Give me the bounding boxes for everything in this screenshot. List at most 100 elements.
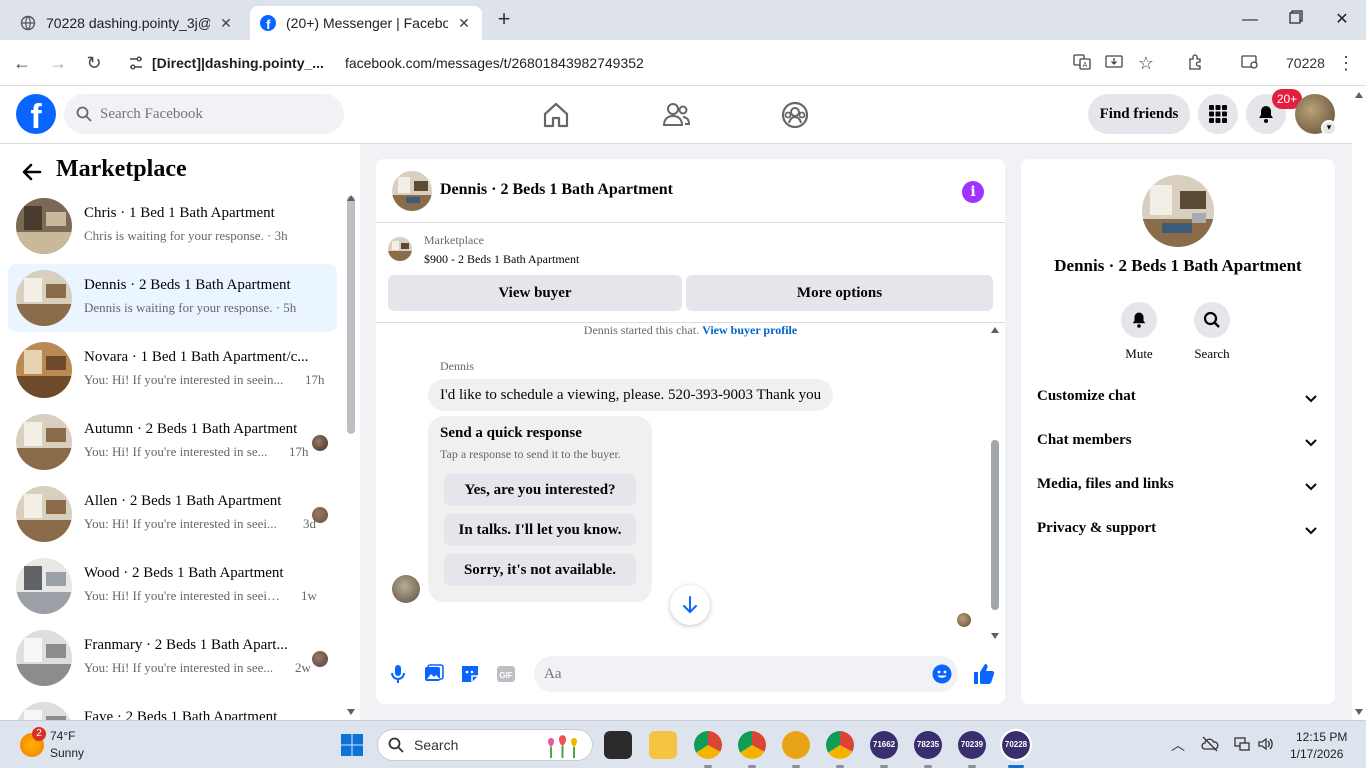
- conversation-item[interactable]: Autumn · 2 Beds 1 Bath Apartment You: Hi!…: [8, 408, 337, 476]
- scroll-up-icon[interactable]: [1354, 91, 1364, 99]
- chat-members-row[interactable]: Chat members: [1037, 424, 1319, 460]
- bookmark-star-icon[interactable]: ☆: [1136, 53, 1156, 73]
- view-buyer-button[interactable]: View buyer: [388, 275, 682, 311]
- chat-scrollbar-thumb[interactable]: [991, 440, 999, 610]
- customize-chat-row[interactable]: Customize chat: [1037, 380, 1319, 416]
- weather-badge: 2: [32, 727, 46, 741]
- chrome-icon[interactable]: [694, 731, 722, 759]
- conversation-item[interactable]: Allen · 2 Beds 1 Bath Apartment You: Hi! …: [8, 480, 337, 548]
- home-icon[interactable]: [541, 100, 571, 130]
- conversation-item[interactable]: Chris · 1 Bed 1 Bath Apartment Chris is w…: [8, 192, 337, 260]
- new-tab-button[interactable]: +: [494, 8, 514, 32]
- tab-search-icon[interactable]: [1240, 53, 1260, 73]
- message-input[interactable]: [544, 656, 914, 692]
- minimize-icon[interactable]: —: [1240, 10, 1260, 30]
- clock-time[interactable]: 12:15 PM: [1296, 730, 1347, 744]
- chat-title[interactable]: Dennis · 2 Beds 1 Bath Apartment: [440, 181, 673, 199]
- sidebar-scrollbar[interactable]: [347, 196, 355, 434]
- quick-response-yes-button[interactable]: Yes, are you interested?: [444, 474, 636, 506]
- groups-icon[interactable]: [780, 100, 810, 130]
- close-icon[interactable]: ✕: [218, 15, 234, 32]
- info-icon[interactable]: i: [962, 181, 984, 203]
- conversation-item[interactable]: Faye · 2 Beds 1 Bath Apartment: [8, 696, 337, 720]
- friends-icon[interactable]: [661, 100, 691, 130]
- facebook-search[interactable]: [64, 94, 344, 134]
- conversation-item[interactable]: Dennis · 2 Beds 1 Bath Apartment Dennis i…: [8, 264, 337, 332]
- message-bubble[interactable]: I'd like to schedule a viewing, please. …: [428, 379, 834, 411]
- back-icon[interactable]: ←: [12, 53, 32, 73]
- extensions-icon[interactable]: [1186, 53, 1206, 73]
- maximize-icon[interactable]: [1286, 10, 1306, 30]
- chevron-down-icon[interactable]: ▾: [1321, 120, 1337, 136]
- facebook-header: f Find friends 20+ ▾: [0, 86, 1366, 144]
- windows-start-icon[interactable]: [340, 733, 364, 757]
- app-78235-icon[interactable]: 78235: [914, 731, 942, 759]
- window-close-icon[interactable]: ✕: [1332, 10, 1352, 30]
- app-70228-icon[interactable]: 70228: [1000, 729, 1032, 761]
- microphone-icon[interactable]: [387, 663, 409, 685]
- scroll-down-icon[interactable]: [990, 632, 1000, 640]
- cloud-sync-icon[interactable]: [1200, 735, 1220, 755]
- translate-icon[interactable]: A: [1072, 53, 1092, 73]
- view-buyer-profile-link[interactable]: View buyer profile: [702, 323, 797, 337]
- network-icon[interactable]: [1232, 735, 1252, 755]
- quick-response-in-talks-button[interactable]: In talks. I'll let you know.: [444, 514, 636, 546]
- media-files-links-row[interactable]: Media, files and links: [1037, 468, 1319, 504]
- weather-condition[interactable]: Sunny: [50, 746, 84, 760]
- app-70239-icon[interactable]: 70239: [958, 731, 986, 759]
- sticker-icon[interactable]: [459, 663, 481, 685]
- menu-grid-button[interactable]: [1198, 94, 1238, 134]
- install-app-icon[interactable]: [1104, 53, 1124, 73]
- emoji-icon[interactable]: [932, 664, 952, 684]
- scroll-up-icon[interactable]: [990, 326, 1000, 334]
- tab-messenger[interactable]: f (20+) Messenger | Faceboo ✕: [250, 6, 482, 40]
- listing-thumbnail-small[interactable]: [388, 237, 412, 261]
- back-arrow-icon[interactable]: [20, 160, 44, 184]
- search-input[interactable]: [100, 105, 320, 123]
- scroll-down-icon[interactable]: [1354, 708, 1364, 716]
- listing-photo[interactable]: [1142, 175, 1214, 247]
- task-view-icon[interactable]: [604, 731, 632, 759]
- conversation-item[interactable]: Franmary · 2 Beds 1 Bath Apart... You: Hi…: [8, 624, 337, 692]
- listing-thumbnail[interactable]: [392, 171, 432, 211]
- scroll-down-icon[interactable]: [346, 708, 356, 716]
- app-71662-icon[interactable]: 71662: [870, 731, 898, 759]
- sender-name: Dennis: [440, 359, 474, 373]
- quick-response-not-available-button[interactable]: Sorry, it's not available.: [444, 554, 636, 586]
- conversation-item[interactable]: Novara · 1 Bed 1 Bath Apartment/c... You:…: [8, 336, 337, 404]
- clock-date[interactable]: 1/17/2026: [1290, 747, 1343, 761]
- close-icon[interactable]: ✕: [456, 15, 472, 32]
- find-friends-button[interactable]: Find friends: [1088, 94, 1190, 134]
- search-action[interactable]: Search: [1182, 302, 1242, 362]
- forward-icon[interactable]: →: [48, 53, 68, 73]
- conversation-name: Chris · 1 Bed 1 Bath Apartment: [84, 205, 275, 221]
- chat-started-text: Dennis started this chat.: [583, 323, 700, 337]
- listing-price-title[interactable]: $900 - 2 Beds 1 Bath Apartment: [424, 252, 579, 267]
- app-icon[interactable]: [782, 731, 810, 759]
- facebook-logo[interactable]: f: [16, 94, 56, 134]
- jump-to-latest-button[interactable]: [670, 585, 710, 625]
- tab-70228[interactable]: 70228 dashing.pointy_3j@ ✕: [10, 6, 244, 40]
- chrome-profile-icon[interactable]: [738, 731, 766, 759]
- chevron-up-icon[interactable]: ︿: [1168, 735, 1188, 755]
- site-info-chip[interactable]: [Direct]|dashing.pointy_...: [120, 49, 335, 77]
- thumbs-up-icon[interactable]: [972, 662, 996, 686]
- sender-avatar[interactable]: [392, 575, 420, 603]
- reload-icon[interactable]: ↻: [84, 53, 104, 73]
- weather-temperature[interactable]: 74°F: [50, 729, 75, 743]
- volume-icon[interactable]: [1256, 735, 1276, 755]
- conversation-item[interactable]: Wood · 2 Beds 1 Bath Apartment You: Hi! I…: [8, 552, 337, 620]
- address-bar[interactable]: [Direct]|dashing.pointy_... facebook.com…: [120, 46, 1170, 80]
- page-scrollbar[interactable]: [1352, 88, 1366, 720]
- scroll-up-icon[interactable]: [346, 194, 356, 202]
- taskbar-search[interactable]: Search: [377, 729, 593, 761]
- file-explorer-icon[interactable]: [649, 731, 677, 759]
- photo-icon[interactable]: [423, 663, 445, 685]
- mute-action[interactable]: Mute: [1109, 302, 1169, 362]
- more-menu-icon[interactable]: ⋮: [1336, 53, 1356, 73]
- privacy-support-row[interactable]: Privacy & support: [1037, 512, 1319, 548]
- more-options-button[interactable]: More options: [686, 275, 993, 311]
- chrome-alt-icon[interactable]: [826, 731, 854, 759]
- gif-icon[interactable]: GIF: [495, 663, 517, 685]
- profile-label[interactable]: 70228: [1286, 55, 1325, 71]
